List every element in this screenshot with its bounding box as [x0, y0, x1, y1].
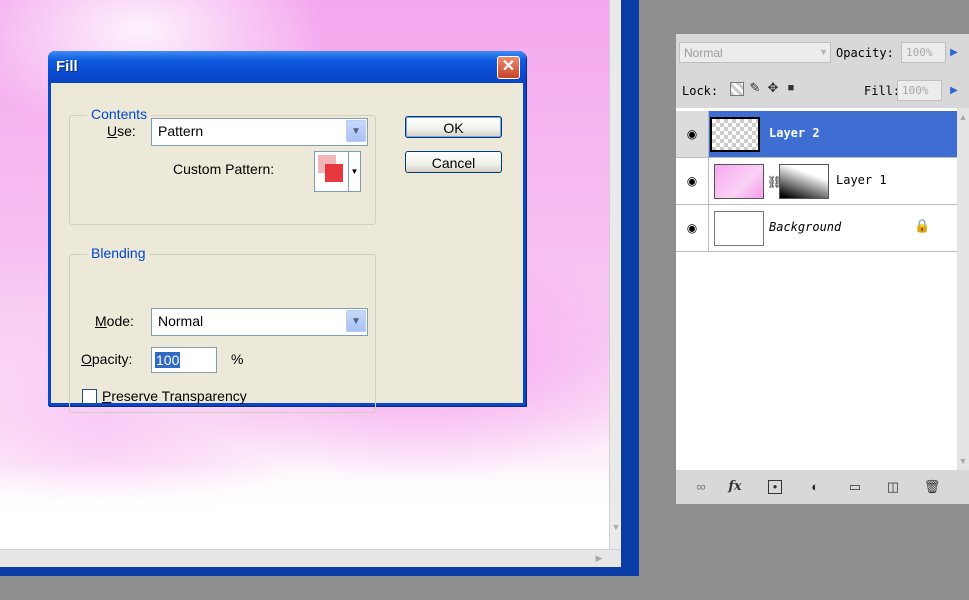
- background-thumbnail: [714, 211, 764, 246]
- adjustment-icon[interactable]: ◐: [806, 478, 824, 496]
- close-icon[interactable]: ✕: [497, 56, 520, 79]
- layer-row-background[interactable]: ◉ Background 🔒: [676, 205, 957, 252]
- brush-lock-icon[interactable]: ✎: [748, 81, 762, 95]
- layer-1-thumbnail: [714, 164, 764, 199]
- dialog-title: Fill: [56, 58, 78, 75]
- blending-legend: Blending: [87, 245, 150, 261]
- canvas-white-region: [0, 465, 621, 549]
- link-layers-icon[interactable]: ∞: [692, 478, 710, 496]
- folder-icon[interactable]: ▭: [846, 478, 864, 496]
- mask-icon[interactable]: ●: [768, 480, 782, 494]
- pattern-picker-arrow-icon[interactable]: ▼: [348, 151, 361, 192]
- fill-dialog: Fill ✕ Contents Use: Pattern ▼ Custom Pa…: [48, 51, 526, 413]
- lock-icon: 🔒: [914, 218, 931, 233]
- scroll-down-arrow-icon[interactable]: ▼: [958, 456, 968, 466]
- fx-icon[interactable]: fx: [726, 478, 744, 496]
- custom-pattern-label: Custom Pattern:: [173, 161, 275, 177]
- layer-name: Layer 1: [836, 173, 887, 187]
- layer-fill-input[interactable]: 100%: [897, 80, 942, 101]
- custom-pattern-swatch[interactable]: [314, 151, 350, 192]
- cancel-button[interactable]: Cancel: [405, 151, 502, 173]
- new-layer-icon[interactable]: ◫: [884, 478, 902, 496]
- layer-list-scrollbar[interactable]: ▲ ▼: [957, 108, 969, 470]
- chevron-down-icon[interactable]: ▼: [346, 310, 366, 332]
- layer-2-thumbnail: [710, 117, 760, 152]
- scroll-up-arrow-icon[interactable]: ▲: [958, 112, 968, 122]
- layers-panel: Normal ▼ Opacity: 100% ▶ Lock: ✎ ✥ ■ Fil…: [676, 34, 969, 504]
- chevron-down-icon[interactable]: ▼: [819, 43, 828, 62]
- layer-list: ◉ Layer 2 ◉ ⛓ Layer 1 ◉ Background 🔒: [676, 108, 957, 470]
- document-window-border: [621, 0, 639, 576]
- layer-opacity-label: Opacity:: [836, 46, 894, 60]
- fill-label: Fill:: [864, 84, 901, 98]
- contents-legend: Contents: [87, 106, 152, 122]
- mode-label: Mode:: [95, 313, 134, 329]
- layer-1-mask-thumbnail[interactable]: [779, 164, 829, 199]
- dialog-titlebar[interactable]: Fill ✕: [48, 51, 526, 83]
- preserve-transparency-checkbox[interactable]: [82, 389, 97, 404]
- eye-icon[interactable]: ◉: [676, 111, 709, 157]
- layer-row-layer-1[interactable]: ◉ ⛓ Layer 1: [676, 158, 957, 205]
- eye-icon[interactable]: ◉: [676, 158, 709, 204]
- layers-panel-footer: ∞ fx ● ◐ ▭ ◫ 🗑: [676, 470, 969, 504]
- opacity-input-value: 100: [155, 352, 181, 368]
- blend-mode-value: Normal: [684, 46, 723, 60]
- opacity-slider-arrow-icon[interactable]: ▶: [947, 42, 961, 63]
- layer-name: Layer 2: [769, 126, 820, 140]
- opacity-input[interactable]: 100: [151, 347, 217, 373]
- eye-icon[interactable]: ◉: [676, 205, 709, 251]
- scroll-down-arrow-icon[interactable]: ▼: [611, 522, 621, 532]
- layer-row-layer-2[interactable]: ◉ Layer 2: [676, 111, 957, 158]
- preserve-transparency-label[interactable]: Preserve Transparency: [102, 388, 247, 404]
- use-label: Use:: [107, 123, 136, 139]
- document-window-border-bottom: [0, 567, 639, 576]
- canvas-horizontal-scrollbar[interactable]: ▶: [0, 549, 621, 568]
- fill-slider-arrow-icon[interactable]: ▶: [947, 80, 961, 101]
- trash-icon[interactable]: 🗑: [923, 478, 941, 496]
- opacity-label: Opacity:: [81, 351, 133, 367]
- use-select-value: Pattern: [158, 123, 204, 139]
- opacity-unit: %: [231, 351, 244, 367]
- use-select[interactable]: Pattern ▼: [151, 118, 368, 146]
- ok-button[interactable]: OK: [405, 116, 502, 138]
- transparent-pixels-lock-icon[interactable]: [730, 82, 744, 96]
- layer-opacity-input[interactable]: 100%: [901, 42, 946, 63]
- lock-label: Lock:: [682, 84, 719, 98]
- mode-select-value: Normal: [158, 313, 204, 329]
- blend-mode-select[interactable]: Normal ▼: [679, 42, 831, 63]
- scroll-right-arrow-icon[interactable]: ▶: [594, 553, 604, 563]
- mode-select[interactable]: Normal ▼: [151, 308, 368, 336]
- dialog-body: Contents Use: Pattern ▼ Custom Pattern: …: [51, 83, 523, 413]
- pattern-swatch-front: [325, 164, 343, 182]
- canvas-vertical-scrollbar[interactable]: ▼: [609, 0, 621, 549]
- layer-name: Background: [769, 220, 842, 234]
- move-lock-icon[interactable]: ✥: [766, 81, 780, 95]
- chevron-down-icon[interactable]: ▼: [346, 120, 366, 142]
- lock-all-icon[interactable]: ■: [784, 81, 798, 95]
